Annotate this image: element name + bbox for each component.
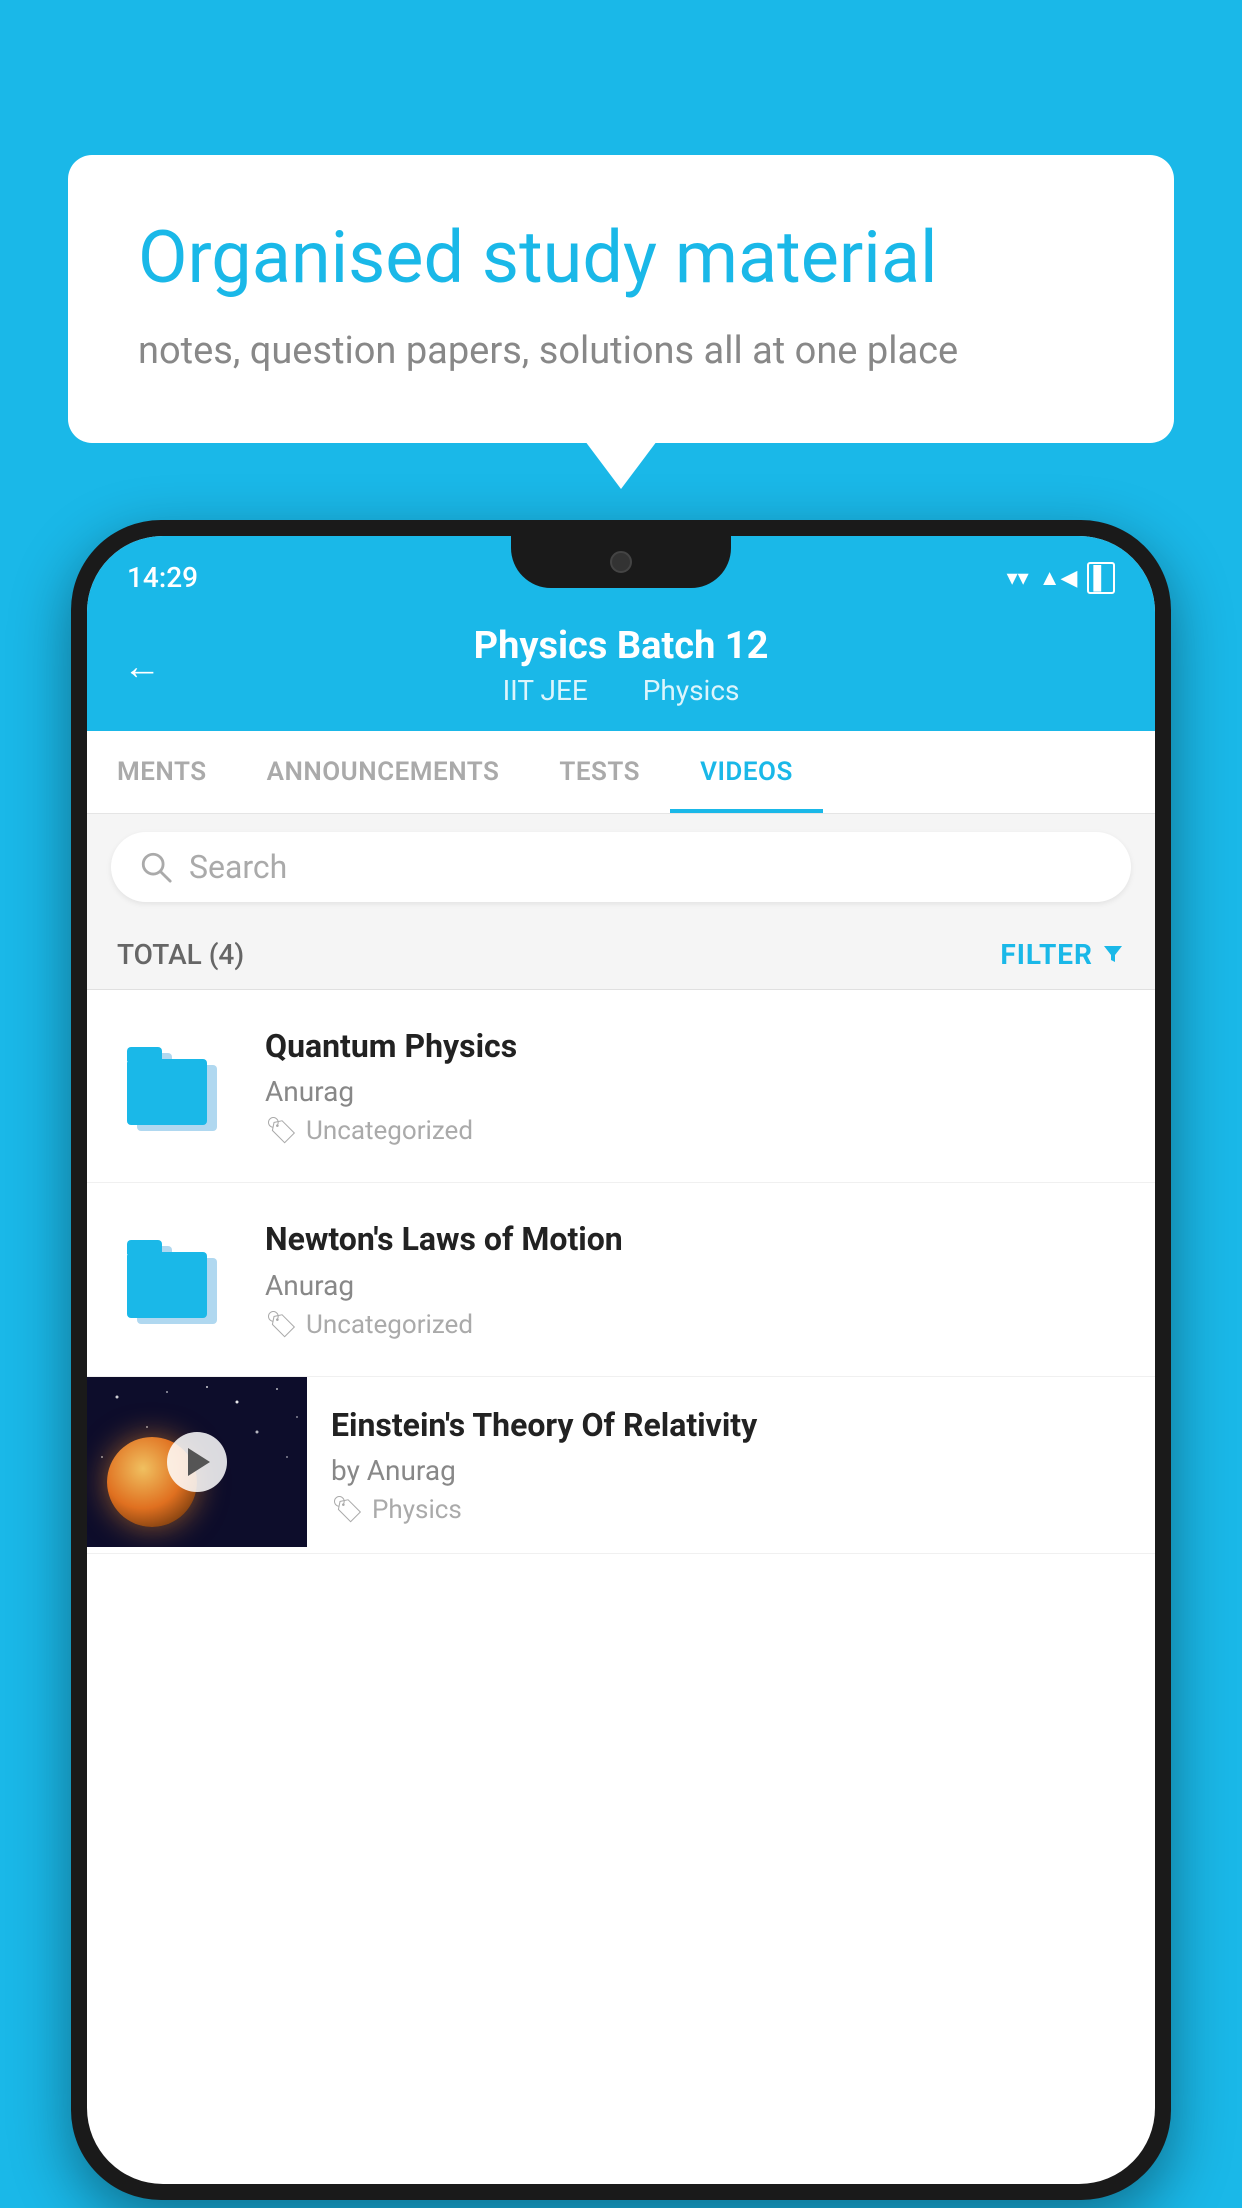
battery-icon: ▌: [1087, 562, 1115, 594]
tag-icon: 🏷: [331, 1495, 364, 1525]
tag-icon: 🏷: [265, 1310, 298, 1340]
bubble-subtitle: notes, question papers, solutions all at…: [138, 329, 1104, 373]
phone-mockup: 14:29 ▾▾ ▲◀ ▌ ← Physics Batch 12 IIT JEE…: [71, 520, 1171, 2200]
status-time: 14:29: [127, 561, 198, 594]
wifi-icon: ▾▾: [1007, 566, 1029, 591]
video-author: Anurag: [265, 1075, 1125, 1108]
tab-tests[interactable]: TESTS: [529, 731, 670, 813]
phone-screen: 14:29 ▾▾ ▲◀ ▌ ← Physics Batch 12 IIT JEE…: [87, 536, 1155, 2184]
bubble-title: Organised study material: [138, 215, 1104, 301]
header-category: IIT JEE: [503, 674, 588, 707]
video-list: Quantum Physics Anurag 🏷 Uncategorized: [87, 990, 1155, 1555]
tabs-bar: MENTS ANNOUNCEMENTS TESTS VIDEOS: [87, 731, 1155, 814]
speech-bubble-section: Organised study material notes, question…: [68, 155, 1174, 443]
folder-front: [127, 1252, 207, 1318]
status-icons: ▾▾ ▲◀ ▌: [1007, 562, 1115, 594]
video-info: Einstein's Theory Of Relativity by Anura…: [307, 1377, 1155, 1554]
tab-ments[interactable]: MENTS: [87, 731, 237, 813]
filter-button[interactable]: FILTER: [1000, 938, 1125, 971]
header-subject: Physics: [643, 674, 740, 707]
header-title: Physics Batch 12: [127, 624, 1115, 670]
folder-front: [127, 1059, 207, 1125]
play-icon: [188, 1448, 210, 1476]
tab-announcements[interactable]: ANNOUNCEMENTS: [237, 731, 530, 813]
video-tag: 🏷 Physics: [331, 1495, 1131, 1525]
video-item[interactable]: Einstein's Theory Of Relativity by Anura…: [87, 1377, 1155, 1555]
total-count: TOTAL (4): [117, 938, 244, 971]
video-title: Einstein's Theory Of Relativity: [331, 1405, 1131, 1447]
video-author: Anurag: [265, 1269, 1125, 1302]
tag-icon: 🏷: [265, 1116, 298, 1146]
play-button[interactable]: [167, 1432, 227, 1492]
search-bar-container: Search: [87, 814, 1155, 920]
tab-videos[interactable]: VIDEOS: [670, 731, 823, 813]
video-author: by Anurag: [331, 1454, 1131, 1487]
video-info: Quantum Physics Anurag 🏷 Uncategorized: [265, 1026, 1125, 1147]
back-button[interactable]: ←: [123, 645, 161, 689]
video-title: Quantum Physics: [265, 1026, 1125, 1068]
filter-row: TOTAL (4) FILTER: [87, 920, 1155, 990]
camera-icon: [610, 551, 632, 573]
speech-bubble: Organised study material notes, question…: [68, 155, 1174, 443]
video-item[interactable]: Newton's Laws of Motion Anurag 🏷 Uncateg…: [87, 1183, 1155, 1377]
video-item[interactable]: Quantum Physics Anurag 🏷 Uncategorized: [87, 990, 1155, 1184]
folder-icon: [127, 1234, 227, 1324]
video-title: Newton's Laws of Motion: [265, 1219, 1125, 1261]
search-icon: [139, 850, 173, 884]
folder-icon: [127, 1041, 227, 1131]
video-thumb: [117, 1026, 237, 1146]
search-bar[interactable]: Search: [111, 832, 1131, 902]
video-thumbnail: [87, 1377, 307, 1547]
phone-notch: [511, 536, 731, 588]
search-placeholder: Search: [189, 848, 287, 886]
signal-icon: ▲◀: [1039, 565, 1078, 591]
video-tag: 🏷 Uncategorized: [265, 1310, 1125, 1340]
filter-icon: [1101, 942, 1125, 966]
video-tag: 🏷 Uncategorized: [265, 1116, 1125, 1146]
header-subtitle: IIT JEE Physics: [127, 674, 1115, 707]
app-header: ← Physics Batch 12 IIT JEE Physics: [87, 604, 1155, 731]
video-thumb: [117, 1219, 237, 1339]
video-info: Newton's Laws of Motion Anurag 🏷 Uncateg…: [265, 1219, 1125, 1340]
